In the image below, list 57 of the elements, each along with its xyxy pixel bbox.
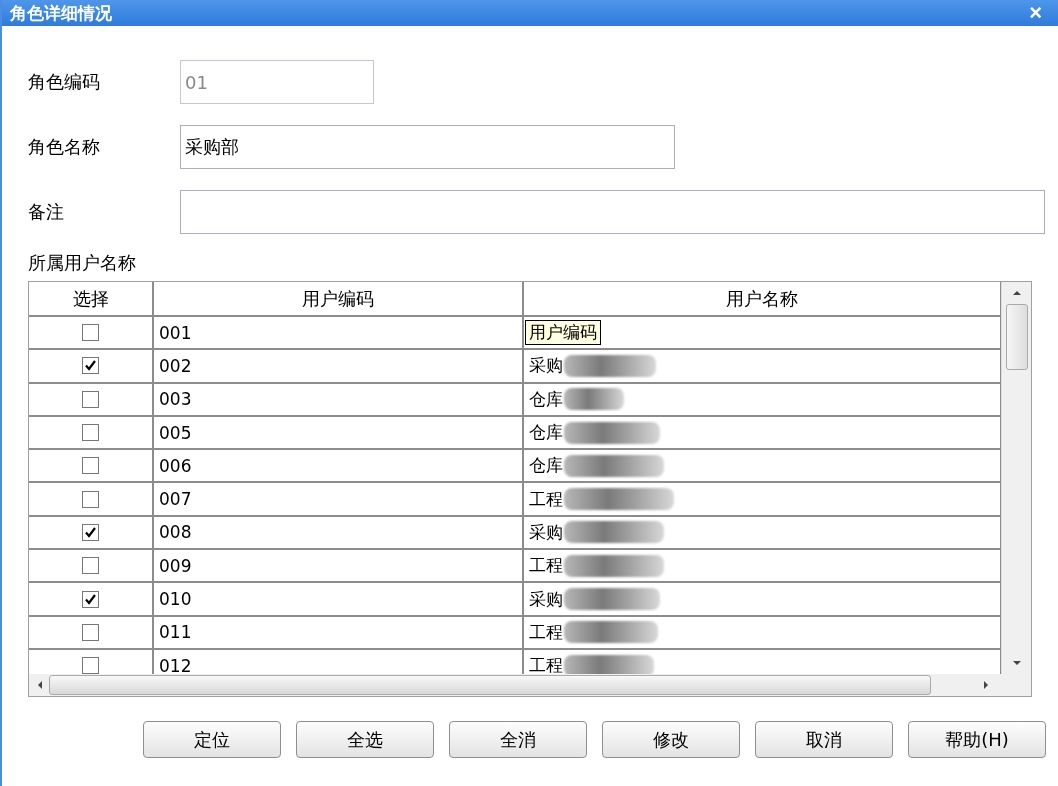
table-cell: 仓库: [529, 454, 563, 478]
dialog-button[interactable]: 定位: [143, 721, 281, 758]
table-cell: 工程: [529, 554, 563, 578]
column-header[interactable]: 用户编码: [154, 282, 524, 315]
field-label: 角色编码: [28, 70, 101, 94]
window-title: 角色详细情况: [10, 1, 112, 25]
checkbox[interactable]: [82, 324, 99, 342]
dialog-button[interactable]: 修改: [602, 721, 740, 758]
field-label: 角色名称: [28, 135, 101, 159]
table-cell: 工程: [529, 654, 563, 674]
checkbox[interactable]: [82, 590, 99, 608]
horizontal-scrollbar[interactable]: [29, 674, 1031, 696]
right-arrow-icon[interactable]: [981, 680, 991, 690]
table-cell: 010: [159, 589, 192, 609]
checkbox[interactable]: [82, 657, 99, 674]
table-cell: 仓库: [529, 387, 563, 411]
up-arrow-icon[interactable]: [1011, 288, 1022, 298]
table-cell: 工程: [529, 620, 563, 644]
table-cell: 011: [159, 622, 192, 643]
checkbox[interactable]: [82, 623, 99, 641]
checkbox[interactable]: [82, 457, 99, 475]
scroll-thumb[interactable]: [49, 675, 931, 695]
table-cell: 仓库: [529, 421, 563, 445]
table-cell: 003: [159, 389, 192, 410]
table-cell: 007: [159, 489, 192, 510]
table-cell: 工程: [529, 487, 563, 511]
table-cell: 009: [159, 555, 192, 576]
table-cell: 008: [159, 522, 192, 543]
table-cell: 005: [159, 422, 192, 443]
down-arrow-icon[interactable]: [1011, 658, 1022, 668]
input-field[interactable]: [180, 190, 1045, 234]
checkbox[interactable]: [82, 357, 99, 375]
dialog-button[interactable]: 全选: [296, 721, 434, 758]
vertical-scrollbar[interactable]: [1001, 282, 1031, 674]
section-label: 所属用户名称: [28, 251, 137, 275]
dialog-button[interactable]: 全消: [449, 721, 587, 758]
table-cell: 采购: [529, 520, 563, 544]
field-label: 备注: [28, 200, 65, 224]
checkbox[interactable]: [82, 557, 99, 575]
dialog-button[interactable]: 取消: [755, 721, 893, 758]
column-header[interactable]: 选择: [29, 282, 154, 315]
dialog-button[interactable]: 帮助(H): [908, 721, 1046, 758]
table-cell: 002: [159, 355, 192, 376]
table-cell: 012: [159, 655, 192, 674]
scroll-thumb[interactable]: [1005, 304, 1028, 370]
checkbox[interactable]: [82, 490, 99, 508]
table-cell: 采购: [529, 354, 563, 378]
blurred-text: [564, 388, 624, 411]
input-field[interactable]: 采购部: [180, 125, 675, 169]
table-cell: 006: [159, 455, 192, 476]
checkbox[interactable]: [82, 523, 99, 541]
tooltip: 用户编码: [525, 320, 601, 346]
checkbox[interactable]: [82, 390, 99, 408]
table-cell: 001: [159, 322, 192, 343]
close-button[interactable]: ×: [1027, 2, 1044, 24]
table-cell: 采购: [529, 587, 563, 611]
checkbox[interactable]: [82, 424, 99, 442]
